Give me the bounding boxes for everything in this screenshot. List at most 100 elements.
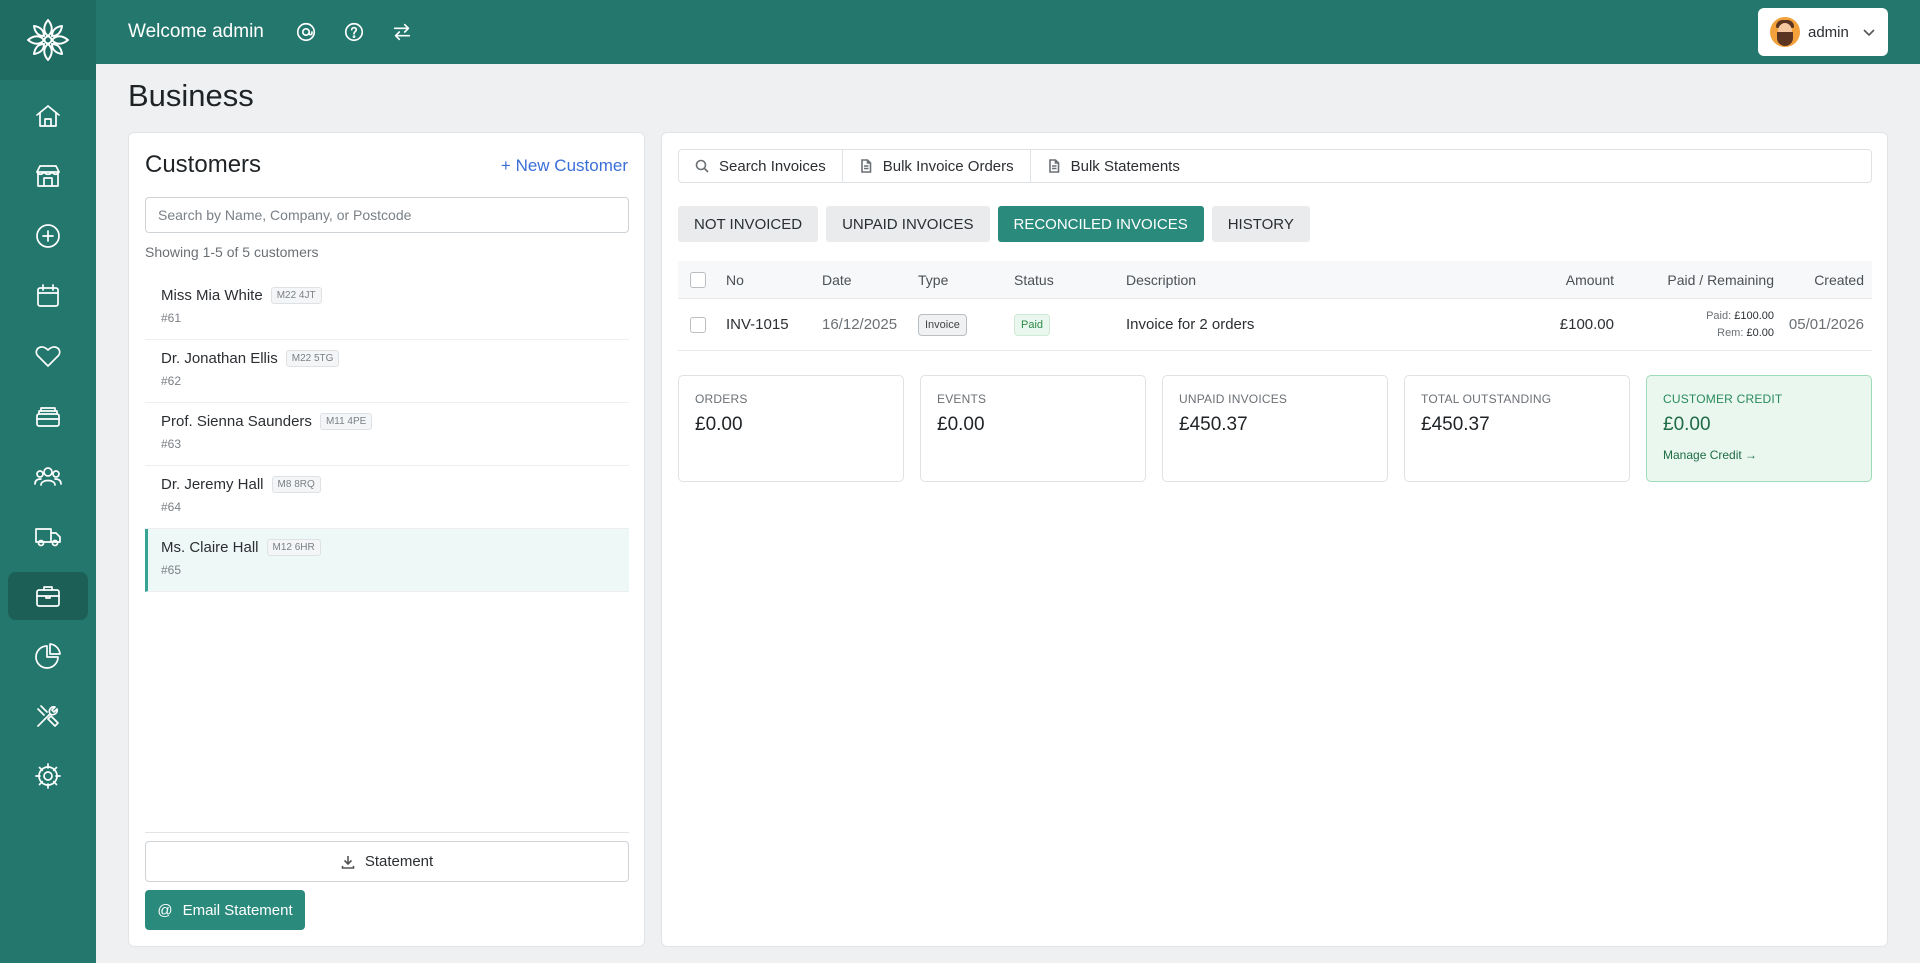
document-icon xyxy=(1048,159,1059,173)
col-created[interactable]: Created xyxy=(1774,272,1872,288)
customer-name: Dr. Jonathan Ellis xyxy=(161,350,278,368)
nav-favorites[interactable] xyxy=(8,332,88,380)
top-bar: Welcome admin admin xyxy=(96,0,1920,64)
at-sign-icon[interactable] xyxy=(294,20,318,44)
stat-orders: ORDERS £0.00 xyxy=(678,375,904,482)
nav-delivery[interactable] xyxy=(8,512,88,560)
welcome-text: Welcome admin xyxy=(128,21,264,42)
statement-label: Statement xyxy=(364,853,434,870)
tab-not-invoiced[interactable]: NOT INVOICED xyxy=(678,206,819,242)
statement-button[interactable]: Statement xyxy=(145,841,629,882)
page-title: Business xyxy=(128,78,254,113)
nav-home[interactable] xyxy=(8,92,88,140)
plus-circle-icon xyxy=(36,224,60,248)
stat-label: UNPAID INVOICES xyxy=(1179,392,1288,406)
nav-settings[interactable] xyxy=(8,752,88,800)
at-icon: @ xyxy=(157,901,173,919)
invoice-amount: £100.00 xyxy=(1559,316,1614,333)
status-badge: Paid xyxy=(1014,313,1051,336)
customer-list-item-selected[interactable]: Ms. Claire Hall M12 6HR #65 xyxy=(145,529,629,592)
customer-id: #62 xyxy=(161,374,182,388)
flower-logo-icon xyxy=(27,19,69,61)
nav-tools[interactable] xyxy=(8,692,88,740)
col-no[interactable]: No xyxy=(726,272,822,288)
stat-customer-credit: CUSTOMER CREDIT £0.00 Manage Credit → xyxy=(1646,375,1872,482)
col-date[interactable]: Date xyxy=(822,272,918,288)
customer-id: #65 xyxy=(161,563,182,577)
switch-arrows-icon[interactable] xyxy=(390,20,414,44)
home-icon xyxy=(36,105,60,127)
nav-inventory[interactable] xyxy=(8,392,88,440)
customer-search-input[interactable] xyxy=(145,197,629,233)
nav-business[interactable] xyxy=(8,572,88,620)
nav-store[interactable] xyxy=(8,152,88,200)
nav-reports[interactable] xyxy=(8,632,88,680)
customer-name: Prof. Sienna Saunders xyxy=(161,413,312,431)
download-icon xyxy=(341,855,355,869)
tools-icon xyxy=(37,705,59,727)
user-menu[interactable]: admin xyxy=(1758,8,1888,56)
email-statement-label: Email Statement xyxy=(182,901,293,919)
col-amount[interactable]: Amount xyxy=(1494,272,1614,288)
store-icon xyxy=(36,165,60,187)
rem-label: Rem: xyxy=(1717,326,1744,339)
invoice-created: 05/01/2026 xyxy=(1788,316,1864,333)
invoice-toolbar: Search Invoices Bulk Invoice Orders Bulk… xyxy=(678,149,1872,183)
invoice-tabs: NOT INVOICED UNPAID INVOICES RECONCILED … xyxy=(678,206,1318,242)
app-logo[interactable] xyxy=(0,0,96,80)
paid-value: £100.00 xyxy=(1734,309,1774,322)
col-type[interactable]: Type xyxy=(918,272,1014,288)
stat-label: TOTAL OUTSTANDING xyxy=(1421,392,1552,406)
type-badge: Invoice xyxy=(918,313,967,336)
nav-customers[interactable] xyxy=(8,452,88,500)
tab-unpaid-invoices[interactable]: UNPAID INVOICES xyxy=(826,206,990,242)
new-customer-link[interactable]: + New Customer xyxy=(501,156,628,176)
customer-list-item[interactable]: Prof. Sienna Saunders M11 4PE #63 xyxy=(145,403,629,466)
customer-list-item[interactable]: Miss Mia White M22 4JT #61 xyxy=(145,277,629,340)
invoice-number: INV-1015 xyxy=(726,316,789,333)
divider xyxy=(145,832,629,833)
postcode-badge: M22 5TG xyxy=(285,350,340,368)
stat-unpaid-invoices: UNPAID INVOICES £450.37 xyxy=(1162,375,1388,482)
tab-reconciled-invoices[interactable]: RECONCILED INVOICES xyxy=(997,206,1204,242)
user-name: admin xyxy=(1808,23,1849,41)
col-paid-remaining[interactable]: Paid / Remaining xyxy=(1614,272,1774,288)
truck-icon xyxy=(35,528,61,547)
stat-value: £450.37 xyxy=(1179,414,1248,435)
table-row[interactable]: INV-1015 16/12/2025 Invoice Paid Invoice… xyxy=(678,299,1872,351)
customer-list-item[interactable]: Dr. Jonathan Ellis M22 5TG #62 xyxy=(145,340,629,403)
customers-panel: Customers + New Customer Showing 1-5 of … xyxy=(128,132,645,947)
bulk-invoice-orders-button[interactable]: Bulk Invoice Orders xyxy=(843,150,1031,182)
stat-value: £0.00 xyxy=(937,414,985,435)
customer-id: #61 xyxy=(161,311,182,325)
manage-credit-link[interactable]: Manage Credit → xyxy=(1663,448,1855,462)
customers-title: Customers xyxy=(145,151,262,178)
email-statement-button[interactable]: @ Email Statement xyxy=(145,890,305,930)
avatar xyxy=(1770,17,1800,47)
calendar-icon xyxy=(37,284,59,307)
stat-label: CUSTOMER CREDIT xyxy=(1663,392,1783,406)
col-status[interactable]: Status xyxy=(1014,272,1126,288)
row-checkbox[interactable] xyxy=(690,316,706,333)
help-icon[interactable] xyxy=(342,20,366,44)
nav-add[interactable] xyxy=(8,212,88,260)
bulk-statements-button[interactable]: Bulk Statements xyxy=(1031,150,1196,182)
stat-label: EVENTS xyxy=(937,392,987,406)
customer-name: Ms. Claire Hall xyxy=(161,539,259,557)
postcode-badge: M11 4PE xyxy=(319,413,373,431)
select-all-checkbox[interactable] xyxy=(690,271,706,288)
stat-value: £0.00 xyxy=(695,414,743,435)
nav-calendar[interactable] xyxy=(8,272,88,320)
stat-value: £450.37 xyxy=(1421,414,1490,435)
table-header: No Date Type Status Description Amount P… xyxy=(678,261,1872,299)
postcode-badge: M22 4JT xyxy=(270,287,322,305)
customer-name: Dr. Jeremy Hall xyxy=(161,476,264,494)
customer-id: #64 xyxy=(161,500,182,514)
invoice-description: Invoice for 2 orders xyxy=(1126,316,1255,333)
customer-list-item[interactable]: Dr. Jeremy Hall M8 8RQ #64 xyxy=(145,466,629,529)
stat-label: ORDERS xyxy=(695,392,748,406)
col-description[interactable]: Description xyxy=(1126,272,1494,288)
search-invoices-button[interactable]: Search Invoices xyxy=(679,150,843,182)
invoices-table: No Date Type Status Description Amount P… xyxy=(678,261,1872,351)
tab-history[interactable]: HISTORY xyxy=(1211,206,1310,242)
